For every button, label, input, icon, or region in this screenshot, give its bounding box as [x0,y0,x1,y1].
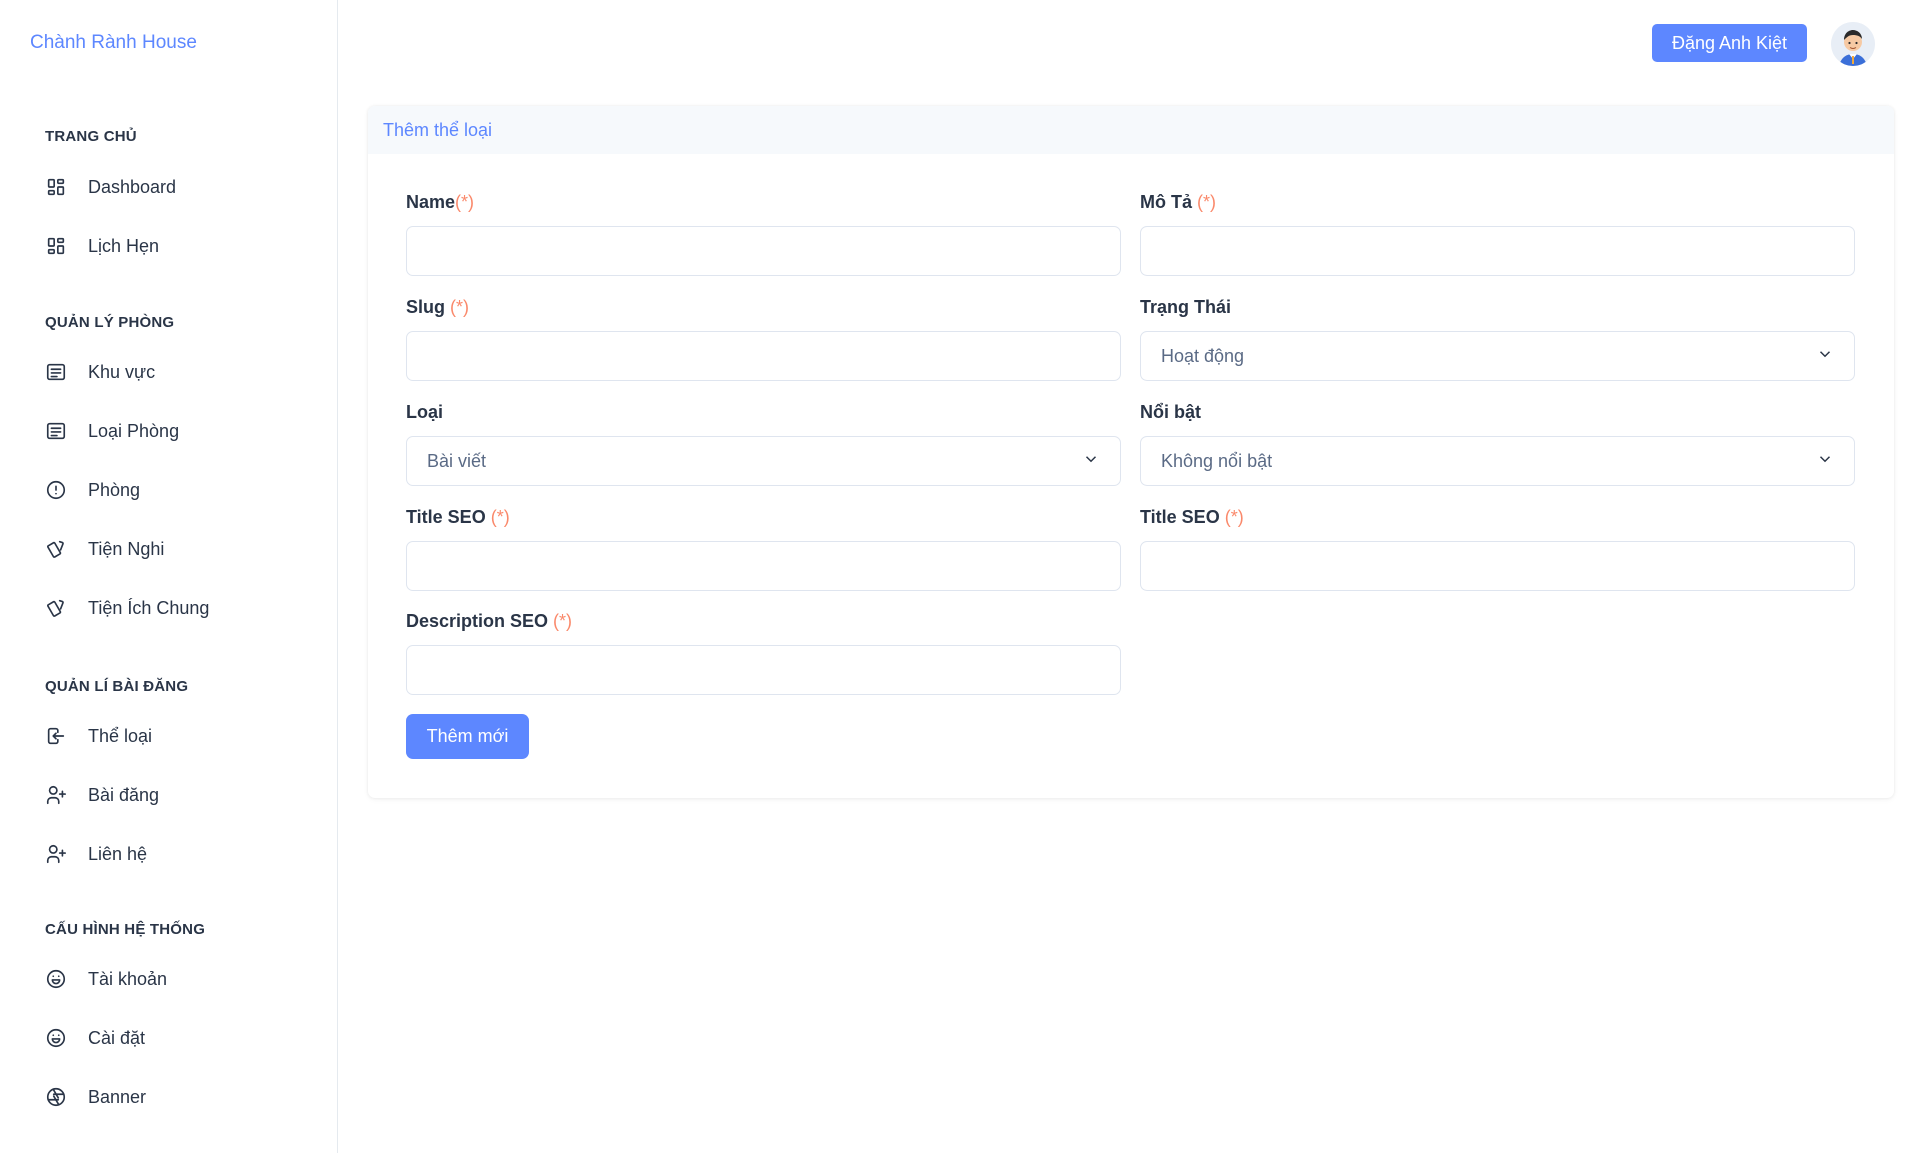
chevron-down-icon [1816,345,1834,368]
description-seo-label: Description SEO (*) [406,611,572,632]
trangthai-select[interactable]: Hoạt động [1140,331,1855,381]
sidebar-item-bai-dang[interactable]: Bài đăng [44,779,314,811]
noibat-select[interactable]: Không nổi bật [1140,436,1855,486]
sidebar-item-label: Tài khoản [88,968,168,989]
sidebar-item-label: Dashboard [88,176,177,197]
alert-circle-icon [44,478,68,502]
nav-section-cau-hinh-he-thong: CẤU HÌNH HỆ THỐNG [45,921,206,938]
add-category-card: Thêm thể loại Name(*) Mô Tả (*) Slug (*)… [368,106,1894,798]
sidebar-item-lien-he[interactable]: Liên hệ [44,838,314,870]
title-seo-label-text: Title SEO [406,507,486,527]
card-title: Thêm thể loại [368,106,1894,154]
required-marker: (*) [1224,507,1244,527]
dashboard-icon [44,234,68,258]
trangthai-label: Trạng Thái [1140,297,1232,317]
sidebar-item-label: Banner [88,1086,147,1107]
sidebar: Chành Rành House TRANG CHỦ Dashboard Lịc… [0,0,338,1153]
sidebar-item-lich-hen[interactable]: Lịch Hẹn [44,230,314,262]
mota-label-text: Mô Tả [1140,192,1192,212]
title-seo-label-2: Title SEO (*) [1140,507,1244,528]
mota-label: Mô Tả (*) [1140,192,1216,213]
sidebar-item-label: Tiện Nghi [88,538,165,559]
avatar-illustration [1831,22,1875,66]
title-seo-label: Title SEO (*) [406,507,510,528]
description-seo-input[interactable] [406,645,1121,695]
mood-icon [44,967,68,991]
add-new-button[interactable]: Thêm mới [406,714,529,759]
sidebar-item-label: Bài đăng [88,784,160,805]
loai-label: Loại [406,402,444,422]
required-marker: (*) [1197,192,1217,212]
required-marker: (*) [490,507,510,527]
avatar[interactable] [1831,22,1875,66]
slug-label: Slug (*) [406,297,469,318]
noibat-label: Nổi bật [1140,402,1201,422]
sidebar-item-label: Liên hệ [88,843,148,864]
login-icon [44,724,68,748]
sidebar-item-dashboard[interactable]: Dashboard [44,171,314,203]
slug-input[interactable] [406,331,1121,381]
aperture-icon [44,1085,68,1109]
title-seo-label-text: Title SEO [1140,507,1220,527]
sidebar-item-label: Cài đặt [88,1027,146,1048]
cards-icon [44,596,68,620]
loai-select[interactable]: Bài viết [406,436,1121,486]
slug-label-text: Slug [406,297,445,317]
sidebar-item-the-loai[interactable]: Thể loại [44,720,314,752]
required-marker: (*) [553,611,573,631]
sidebar-item-label: Loại Phòng [88,420,180,441]
loai-selected-value: Bài viết [427,450,487,471]
chevron-down-icon [1816,450,1834,473]
sidebar-item-tien-ich-chung[interactable]: Tiện Ích Chung [44,592,314,624]
list-icon [44,419,68,443]
sidebar-item-label: Khu vực [88,361,156,382]
sidebar-item-tien-nghi[interactable]: Tiện Nghi [44,533,314,565]
name-label-text: Name [406,192,456,212]
user-plus-icon [44,783,68,807]
user-plus-icon [44,842,68,866]
brand-logo-text[interactable]: Chành Rành House [30,32,197,54]
user-name-button[interactable]: Đặng Anh Kiệt [1652,24,1807,62]
sidebar-item-khu-vuc[interactable]: Khu vực [44,356,314,388]
cards-icon [44,537,68,561]
sidebar-item-cai-dat[interactable]: Cài đặt [44,1022,314,1054]
sidebar-item-label: Lịch Hẹn [88,235,160,256]
list-icon [44,360,68,384]
sidebar-item-loai-phong[interactable]: Loại Phòng [44,415,314,447]
mood-icon [44,1026,68,1050]
sidebar-item-phong[interactable]: Phòng [44,474,314,506]
nav-section-trang-chu: TRANG CHỦ [45,128,137,145]
required-marker: (*) [450,297,470,317]
name-input[interactable] [406,226,1121,276]
nav-section-quan-ly-phong: QUẢN LÝ PHÒNG [45,314,175,331]
sidebar-item-label: Thể loại [88,725,153,746]
noibat-selected-value: Không nổi bật [1161,450,1273,471]
title-seo-input-2[interactable] [1140,541,1855,591]
sidebar-item-banner[interactable]: Banner [44,1081,314,1113]
required-marker: (*) [455,192,475,212]
mota-input[interactable] [1140,226,1855,276]
nav-section-quan-li-bai-dang: QUẢN LÍ BÀI ĐĂNG [45,678,189,695]
description-seo-label-text: Description SEO [406,611,549,631]
sidebar-item-label: Tiện Ích Chung [88,597,210,618]
trangthai-selected-value: Hoạt động [1161,345,1245,366]
name-label: Name(*) [406,192,474,213]
chevron-down-icon [1082,450,1100,473]
sidebar-item-label: Phòng [88,479,141,500]
sidebar-item-tai-khoan[interactable]: Tài khoản [44,963,314,995]
title-seo-input[interactable] [406,541,1121,591]
dashboard-icon [44,175,68,199]
